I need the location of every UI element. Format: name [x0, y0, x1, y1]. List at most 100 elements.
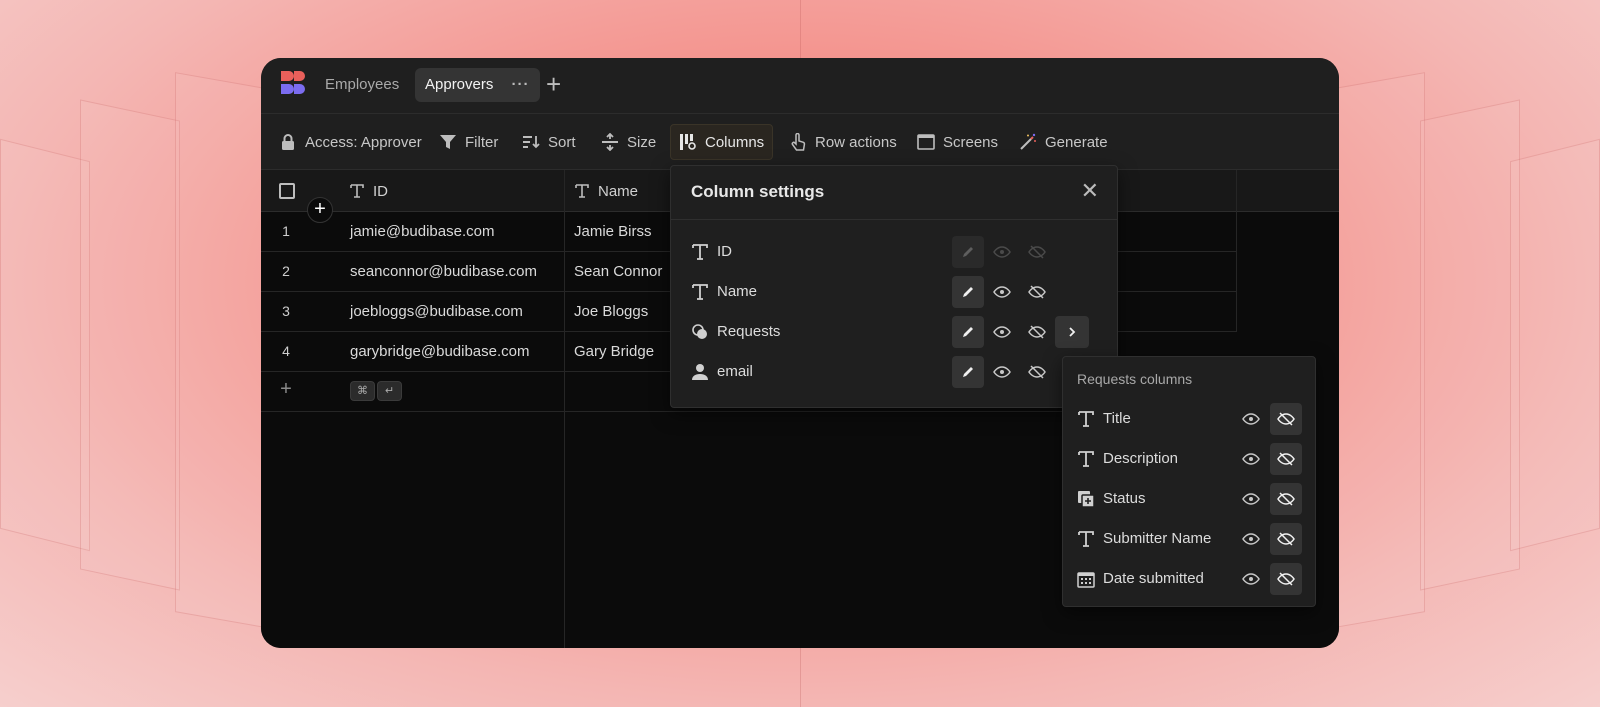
sub-column-label: Date submitted [1103, 570, 1204, 587]
cell-name[interactable]: Gary Bridge [574, 343, 654, 360]
row-number: 1 [282, 223, 290, 239]
edit-button[interactable] [952, 316, 984, 348]
eye-off-icon [1277, 412, 1295, 426]
lock-icon [282, 134, 294, 150]
calendar-icon [1077, 572, 1095, 588]
eye-off-icon[interactable] [1028, 363, 1046, 381]
sort-button[interactable]: Sort [514, 124, 584, 160]
pointer-icon [791, 133, 806, 151]
hide-button[interactable] [1270, 523, 1302, 555]
column-setting-label: email [717, 363, 753, 380]
background-panel [175, 72, 265, 628]
generate-button[interactable]: Generate [1011, 124, 1116, 160]
hide-button[interactable] [1270, 483, 1302, 515]
background-panel [0, 138, 90, 552]
text-type-icon [692, 284, 708, 300]
column-header-name[interactable]: Name [574, 170, 638, 212]
eye-off-icon[interactable] [1028, 243, 1046, 261]
column-setting-label: Requests [717, 323, 781, 340]
tab-employees[interactable]: Employees [315, 68, 409, 102]
size-button[interactable]: Size [593, 124, 664, 160]
requests-columns-popover: Requests columns Title Description Statu… [1062, 356, 1316, 607]
edit-button[interactable] [952, 276, 984, 308]
pencil-icon [963, 287, 973, 297]
eye-off-icon [1277, 452, 1295, 466]
cell-id[interactable]: joebloggs@budibase.com [350, 303, 523, 320]
eye-off-icon[interactable] [1028, 283, 1046, 301]
column-divider [1236, 170, 1237, 332]
row-actions-button[interactable]: Row actions [781, 124, 905, 160]
hide-button[interactable] [1270, 563, 1302, 595]
tab-label: Employees [325, 76, 400, 93]
eye-icon[interactable] [1242, 410, 1260, 428]
screens-button[interactable]: Screens [909, 124, 1006, 160]
columns-button[interactable]: Columns [670, 124, 774, 160]
access-label: Access: Approver [305, 133, 422, 151]
sub-column-submitter-name: Submitter Name [1077, 523, 1307, 555]
cell-id[interactable]: seanconnor@budibase.com [350, 263, 537, 280]
expand-button[interactable] [1055, 316, 1089, 348]
cell-name[interactable]: Jamie Birss [574, 223, 652, 240]
filter-button[interactable]: Filter [431, 124, 506, 160]
eye-icon[interactable] [993, 283, 1011, 301]
eye-icon[interactable] [993, 363, 1011, 381]
requests-columns-title: Requests columns [1077, 371, 1193, 387]
app-window: Employees Approvers ··· + Access: Approv… [261, 58, 1339, 648]
eye-icon[interactable] [1242, 530, 1260, 548]
tab-bar: Employees Approvers ··· + [261, 58, 1339, 114]
column-header-label: ID [373, 182, 388, 200]
tab-label: Approvers [425, 76, 494, 93]
edit-button[interactable] [952, 236, 984, 268]
select-all-checkbox[interactable] [279, 183, 295, 199]
column-setting-email: email [691, 356, 1091, 388]
tab-approvers[interactable]: Approvers ··· [415, 68, 540, 102]
eye-icon[interactable] [993, 323, 1011, 341]
column-header-label: Name [598, 182, 639, 200]
background-panel [1510, 138, 1600, 552]
access-button[interactable]: Access: Approver [271, 124, 430, 160]
eye-off-icon [1277, 532, 1295, 546]
text-type-icon [1078, 451, 1094, 467]
eye-icon[interactable] [993, 243, 1011, 261]
text-type-icon [1078, 531, 1094, 547]
add-row-button[interactable]: + [279, 378, 293, 401]
columns-label: Columns [705, 133, 765, 151]
toolbar: Access: Approver Filter Sort Size Column… [261, 114, 1339, 170]
eye-icon[interactable] [1242, 570, 1260, 588]
more-icon[interactable]: ··· [512, 68, 530, 102]
columns-icon [680, 134, 696, 150]
user-icon [692, 364, 708, 380]
eye-off-icon[interactable] [1028, 323, 1046, 341]
cell-name[interactable]: Sean Connor [574, 263, 662, 280]
edit-button[interactable] [952, 356, 984, 388]
shortcut-hint: ⌘ ↵ [350, 381, 404, 401]
sub-column-label: Submitter Name [1103, 530, 1212, 547]
column-header-id[interactable]: ID [349, 170, 388, 212]
relationship-icon [692, 324, 707, 339]
column-setting-label: ID [717, 243, 732, 260]
text-type-icon [1078, 411, 1094, 427]
row-number: 2 [282, 263, 290, 279]
pencil-icon [963, 247, 973, 257]
sort-label: Sort [548, 133, 576, 151]
cell-id[interactable]: garybridge@budibase.com [350, 343, 530, 360]
magic-wand-icon [1020, 133, 1036, 150]
add-tab-button[interactable]: + [546, 70, 561, 98]
size-icon [602, 133, 618, 151]
eye-icon[interactable] [1242, 490, 1260, 508]
hide-button[interactable] [1270, 403, 1302, 435]
column-settings-popover: Column settings ✕ ID Name Requests email [670, 165, 1118, 408]
text-type-icon [575, 184, 589, 198]
sub-column-date-submitted: Date submitted [1077, 563, 1307, 595]
eye-icon[interactable] [1242, 450, 1260, 468]
screen-icon [917, 134, 935, 150]
close-icon[interactable]: ✕ [1081, 178, 1099, 204]
sub-column-description: Description [1077, 443, 1307, 475]
sub-column-label: Title [1103, 410, 1131, 427]
add-column-button[interactable]: + [307, 197, 333, 223]
cell-id[interactable]: jamie@budibase.com [350, 223, 494, 240]
hide-button[interactable] [1270, 443, 1302, 475]
column-settings-title: Column settings [691, 182, 825, 201]
sub-column-label: Description [1103, 450, 1179, 467]
cell-name[interactable]: Joe Bloggs [574, 303, 648, 320]
